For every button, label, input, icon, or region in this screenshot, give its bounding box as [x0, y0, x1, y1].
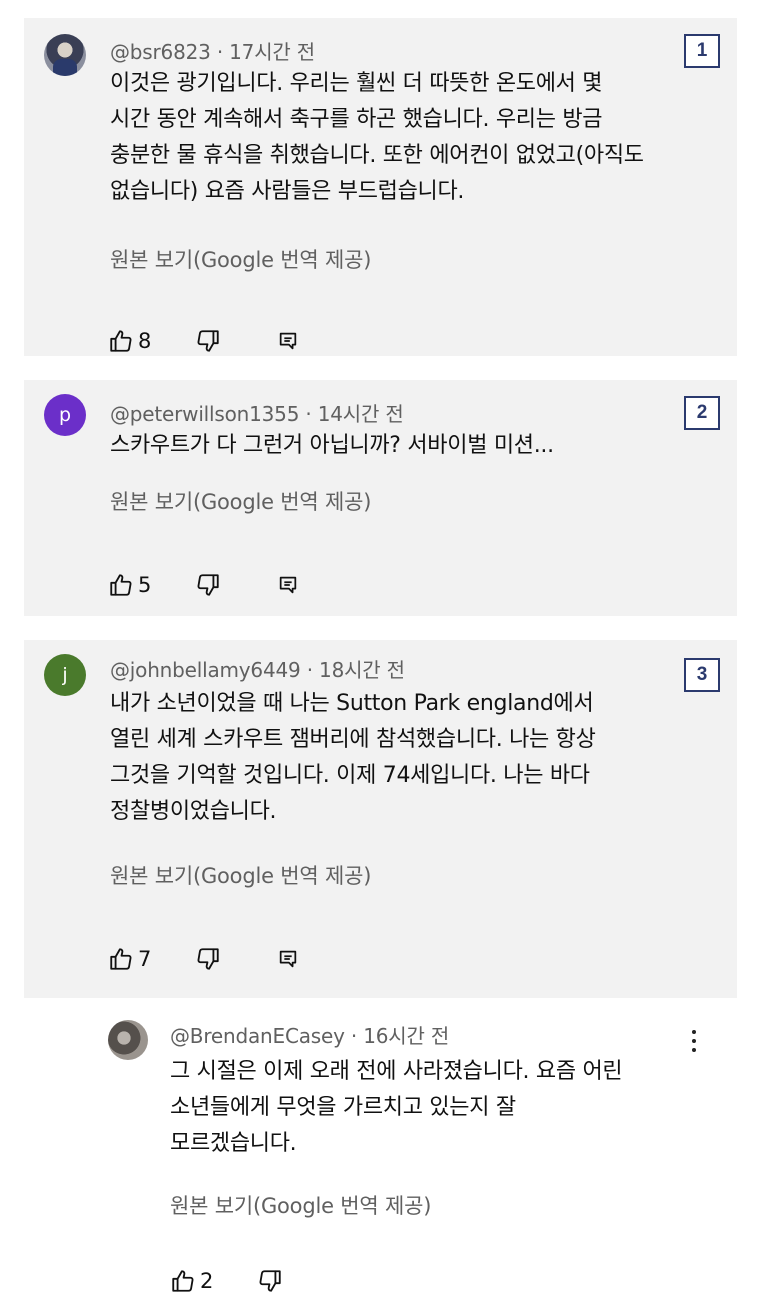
avatar-letter: j — [62, 664, 68, 686]
comment-meta: @johnbellamy6449 · 18시간 전 — [110, 654, 405, 683]
reply-icon — [280, 950, 297, 968]
thumbs-up-icon — [110, 330, 132, 352]
thumbs-up-icon — [172, 1270, 194, 1292]
comment-text: 그 시절은 이제 오래 전에 사라졌습니다. 요즘 어린 소년들에게 무엇을 가… — [170, 1054, 623, 1162]
comment-line: 없습니다) 요즘 사람들은 부드럽습니다. — [110, 179, 465, 204]
see-original-link[interactable]: 원본 보기(Google 번역 제공) — [110, 486, 371, 516]
reply-icon — [280, 332, 297, 350]
comment-line: 열린 세계 스카우트 잼버리에 참석했습니다. 나는 항상 — [110, 727, 596, 752]
see-original-link[interactable]: 원본 보기(Google 번역 제공) — [110, 244, 371, 274]
number-badge: 2 — [684, 396, 720, 430]
thumbs-down-icon — [197, 948, 220, 970]
comment-actions: 2 — [170, 1266, 317, 1296]
comment-card-2: p @peterwillson1355 · 14시간 전 2 스카우트가 다 그… — [24, 380, 737, 616]
avatar[interactable] — [44, 34, 86, 76]
avatar[interactable]: j — [44, 654, 86, 696]
like-button[interactable]: 7 — [108, 946, 151, 972]
see-original-link[interactable]: 원본 보기(Google 번역 제공) — [170, 1190, 431, 1220]
thumbs-down-icon — [197, 330, 220, 352]
reply-button[interactable] — [277, 330, 299, 352]
comment-text: 스카우트가 다 그런거 아닙니까? 서바이벌 미션... — [110, 428, 554, 464]
comment-line: 소년들에게 무엇을 가르치고 있는지 잘 — [170, 1095, 516, 1120]
like-count: 5 — [138, 573, 152, 597]
comment-time[interactable]: 16시간 전 — [363, 1024, 449, 1048]
like-count: 2 — [200, 1269, 214, 1293]
comment-actions: 5 — [108, 570, 333, 600]
comment-line: 이것은 광기입니다. 우리는 훨씬 더 따뜻한 온도에서 몇 — [110, 71, 603, 96]
comment-author[interactable]: @bsr6823 — [110, 40, 211, 64]
comment-line: 충분한 물 휴식을 취했습니다. 또한 에어컨이 없었고(아직도 — [110, 143, 644, 168]
comment-card-1: @bsr6823 · 17시간 전 1 이것은 광기입니다. 우리는 훨씬 더 … — [24, 18, 737, 356]
comment-time[interactable]: 17시간 전 — [229, 40, 315, 64]
comment-author[interactable]: @peterwillson1355 — [110, 402, 299, 426]
comment-author[interactable]: @BrendanECasey — [170, 1024, 345, 1048]
like-count: 7 — [138, 947, 152, 971]
dislike-button[interactable] — [257, 1268, 283, 1294]
number-badge: 3 — [684, 658, 720, 692]
comment-meta: @bsr6823 · 17시간 전 — [110, 36, 315, 65]
thumbs-down-icon — [259, 1270, 282, 1292]
dislike-button[interactable] — [195, 328, 221, 354]
reply-icon — [280, 576, 297, 594]
comment-actions: 8 — [108, 326, 333, 356]
thumbs-up-icon — [110, 574, 132, 596]
thumbs-up-icon — [110, 948, 132, 970]
comment-text: 이것은 광기입니다. 우리는 훨씬 더 따뜻한 온도에서 몇 시간 동안 계속해… — [110, 66, 644, 210]
avatar-letter: p — [58, 404, 72, 426]
reply-button[interactable] — [277, 948, 299, 970]
dislike-button[interactable] — [195, 946, 221, 972]
comment-meta: @peterwillson1355 · 14시간 전 — [110, 398, 404, 427]
comment-card-3: j @johnbellamy6449 · 18시간 전 3 내가 소년이었을 때… — [24, 640, 737, 998]
comment-actions: 7 — [108, 944, 333, 974]
comment-meta: @BrendanECasey · 16시간 전 — [170, 1020, 449, 1049]
dislike-button[interactable] — [195, 572, 221, 598]
like-button[interactable]: 8 — [108, 328, 151, 354]
meta-separator: · — [305, 402, 312, 426]
comment-line: 정찰병이었습니다. — [110, 799, 277, 824]
meta-separator: · — [306, 658, 313, 682]
avatar[interactable]: p — [44, 394, 86, 436]
comment-time[interactable]: 18시간 전 — [319, 658, 405, 682]
like-count: 8 — [138, 329, 152, 353]
comment-author[interactable]: @johnbellamy6449 — [110, 658, 301, 682]
comment-line: 그것을 기억할 것입니다. 이제 74세입니다. 나는 바다 — [110, 763, 590, 788]
comment-line: 내가 소년이었을 때 나는 Sutton Park england에서 — [110, 691, 594, 716]
comment-line: 스카우트가 다 그런거 아닙니까? 서바이벌 미션... — [110, 433, 554, 458]
like-button[interactable]: 2 — [170, 1268, 213, 1294]
avatar[interactable] — [108, 1020, 148, 1060]
meta-separator: · — [216, 40, 223, 64]
like-button[interactable]: 5 — [108, 572, 151, 598]
comment-time[interactable]: 14시간 전 — [318, 402, 404, 426]
comment-line: 모르겠습니다. — [170, 1131, 297, 1156]
more-vertical-icon[interactable] — [686, 1026, 702, 1056]
comment-text: 내가 소년이었을 때 나는 Sutton Park england에서 열린 세… — [110, 686, 596, 830]
meta-separator: · — [350, 1024, 358, 1048]
reply-button[interactable] — [277, 574, 299, 596]
reply-comment: @BrendanECasey · 16시간 전 그 시절은 이제 오래 전에 사… — [24, 998, 737, 1312]
see-original-link[interactable]: 원본 보기(Google 번역 제공) — [110, 860, 371, 890]
thumbs-down-icon — [197, 574, 220, 596]
comment-line: 시간 동안 계속해서 축구를 하곤 했습니다. 우리는 방금 — [110, 107, 603, 132]
number-badge: 1 — [684, 34, 720, 68]
comment-line: 그 시절은 이제 오래 전에 사라졌습니다. 요즘 어린 — [170, 1059, 623, 1084]
